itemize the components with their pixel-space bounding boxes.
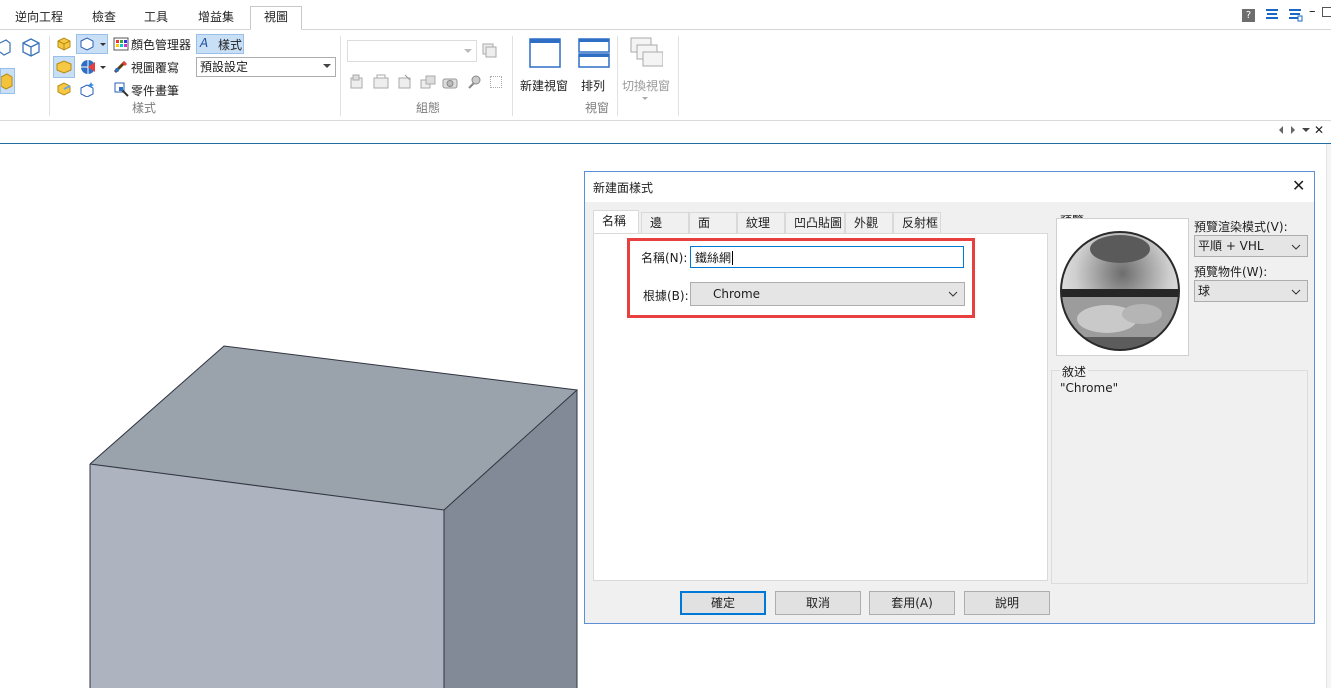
menu-tab-reverse-engineering[interactable]: 逆向工程 xyxy=(8,7,70,29)
chevron-down-icon[interactable] xyxy=(642,97,648,100)
apply-button[interactable]: 套用(A) xyxy=(869,591,955,615)
view-override-label[interactable]: 視圖覆寫 xyxy=(131,59,179,76)
transparent-cube-icon[interactable] xyxy=(56,81,72,100)
camera-icon[interactable] xyxy=(442,74,458,93)
color-manager-icon[interactable] xyxy=(113,36,129,55)
menu-bar: 逆向工程 檢查 工具 增益集 視圖 ? – xyxy=(0,0,1331,30)
view-style-button[interactable] xyxy=(76,34,108,54)
menu-tab-inspect[interactable]: 檢查 xyxy=(82,7,126,29)
wireframe-cube-icon[interactable] xyxy=(0,38,12,59)
scroll-left-icon[interactable] xyxy=(1279,126,1283,134)
config-icon-3[interactable] xyxy=(397,74,413,93)
preview-object-select[interactable]: 球 xyxy=(1194,280,1308,302)
description-group: 敘述 "Chrome" xyxy=(1051,363,1308,584)
config-dotted-icon[interactable] xyxy=(490,76,502,88)
camera-path-icon[interactable] xyxy=(466,74,482,93)
chevron-down-icon xyxy=(464,49,472,53)
preview-object-value: 球 xyxy=(1198,284,1211,298)
close-icon[interactable]: ✕ xyxy=(1292,176,1305,195)
sparkle-cube-icon[interactable] xyxy=(79,81,95,100)
tab-bump-map[interactable]: 凹凸貼圖 xyxy=(785,212,845,233)
description-label: 敘述 xyxy=(1060,363,1089,380)
menu-tab-addins[interactable]: 增益集 xyxy=(186,7,246,29)
shaded-icon[interactable] xyxy=(56,36,72,55)
quick-access-icon[interactable] xyxy=(1287,8,1303,25)
part-painter-icon[interactable] xyxy=(113,81,129,100)
color-manager-label[interactable]: 顏色管理器 xyxy=(131,36,191,53)
render-mode-label: 預覽渲染模式(V): xyxy=(1194,220,1288,234)
restore-icon[interactable] xyxy=(1322,7,1331,17)
config-icon-2[interactable] xyxy=(373,74,389,93)
highlight-box xyxy=(627,238,975,318)
config-icon-4[interactable] xyxy=(420,74,436,93)
switch-window-label[interactable]: 切換視窗 xyxy=(622,77,670,94)
style-group-label: 樣式 xyxy=(132,101,157,115)
chevron-down-icon[interactable] xyxy=(1302,128,1310,132)
new-window-label[interactable]: 新建視窗 xyxy=(520,77,568,94)
render-mode-value: 平順 + VHL xyxy=(1198,239,1264,253)
preview-panel xyxy=(1056,218,1189,356)
menu-tab-tools[interactable]: 工具 xyxy=(134,7,178,29)
style-button[interactable]: A 樣式 xyxy=(196,34,244,54)
configuration-combo[interactable] xyxy=(347,40,477,62)
globe-icon[interactable] xyxy=(79,58,107,79)
dialog-titlebar: 新建面樣式 ✕ xyxy=(585,172,1314,202)
style-combo[interactable]: 預設設定 xyxy=(196,57,336,77)
scroll-right-icon[interactable] xyxy=(1291,126,1295,134)
configuration-group-label: 組態 xyxy=(416,101,441,115)
help-button[interactable]: 說明 xyxy=(964,591,1050,615)
new-window-icon[interactable] xyxy=(529,38,561,71)
cancel-button[interactable]: 取消 xyxy=(775,591,861,615)
style-button-label: 樣式 xyxy=(218,38,243,52)
menu-tab-view[interactable]: 視圖 xyxy=(250,6,302,30)
ok-button[interactable]: 確定 xyxy=(680,591,766,615)
save-configuration-icon[interactable] xyxy=(481,42,497,61)
tab-edge[interactable]: 邊 xyxy=(641,212,689,233)
dialog-title: 新建面樣式 xyxy=(593,181,654,195)
view-override-icon[interactable] xyxy=(113,59,129,78)
arrange-icon[interactable] xyxy=(578,38,610,71)
style-combo-value: 預設設定 xyxy=(200,60,249,74)
description-text: "Chrome" xyxy=(1060,381,1119,395)
chevron-down-icon xyxy=(1291,244,1301,250)
tab-appearance[interactable]: 外觀 xyxy=(845,212,893,233)
name-tab-panel: 名稱(N): 鐵絲網 根據(B): Chrome xyxy=(593,233,1048,581)
help-icon[interactable]: ? xyxy=(1242,9,1255,22)
outline-cube-icon[interactable] xyxy=(21,37,41,60)
arrange-label[interactable]: 排列 xyxy=(581,77,605,94)
document-tab-strip: ✕ xyxy=(0,121,1331,144)
switch-window-icon[interactable] xyxy=(629,36,664,71)
ribbon: 顏色管理器 A 樣式 視圖覆寫 預設設定 零件畫筆 樣式 組態 新建視窗 排列 … xyxy=(0,30,1331,121)
render-mode-select[interactable]: 平順 + VHL xyxy=(1194,235,1308,257)
part-painter-label[interactable]: 零件畫筆 xyxy=(131,82,179,99)
shaded-cube-button[interactable] xyxy=(0,68,15,94)
tab-texture[interactable]: 紋理 xyxy=(737,212,785,233)
viewport-scrollbar[interactable] xyxy=(1326,144,1331,688)
tab-face[interactable]: 面 xyxy=(689,212,737,233)
ribbon-options-icon[interactable] xyxy=(1264,8,1280,25)
chevron-down-icon xyxy=(1291,289,1301,295)
preview-object-label: 預覽物件(W): xyxy=(1194,265,1268,279)
chevron-down-icon xyxy=(323,64,331,68)
window-group-label: 視窗 xyxy=(585,101,610,115)
config-icon-1[interactable] xyxy=(349,74,365,93)
minimize-icon[interactable]: – xyxy=(1309,4,1316,19)
close-document-icon[interactable]: ✕ xyxy=(1314,123,1324,137)
tab-name[interactable]: 名稱 xyxy=(593,210,639,234)
chrome-sphere-preview xyxy=(1060,231,1180,351)
new-face-style-dialog: 新建面樣式 ✕ 名稱 邊 面 紋理 凹凸貼圖 外觀 反射框 名稱(N): 鐵絲網… xyxy=(584,171,1315,624)
style-a-icon: A xyxy=(200,36,209,50)
tab-reflection[interactable]: 反射框 xyxy=(893,212,941,233)
shaded-edges-button[interactable] xyxy=(53,56,75,78)
